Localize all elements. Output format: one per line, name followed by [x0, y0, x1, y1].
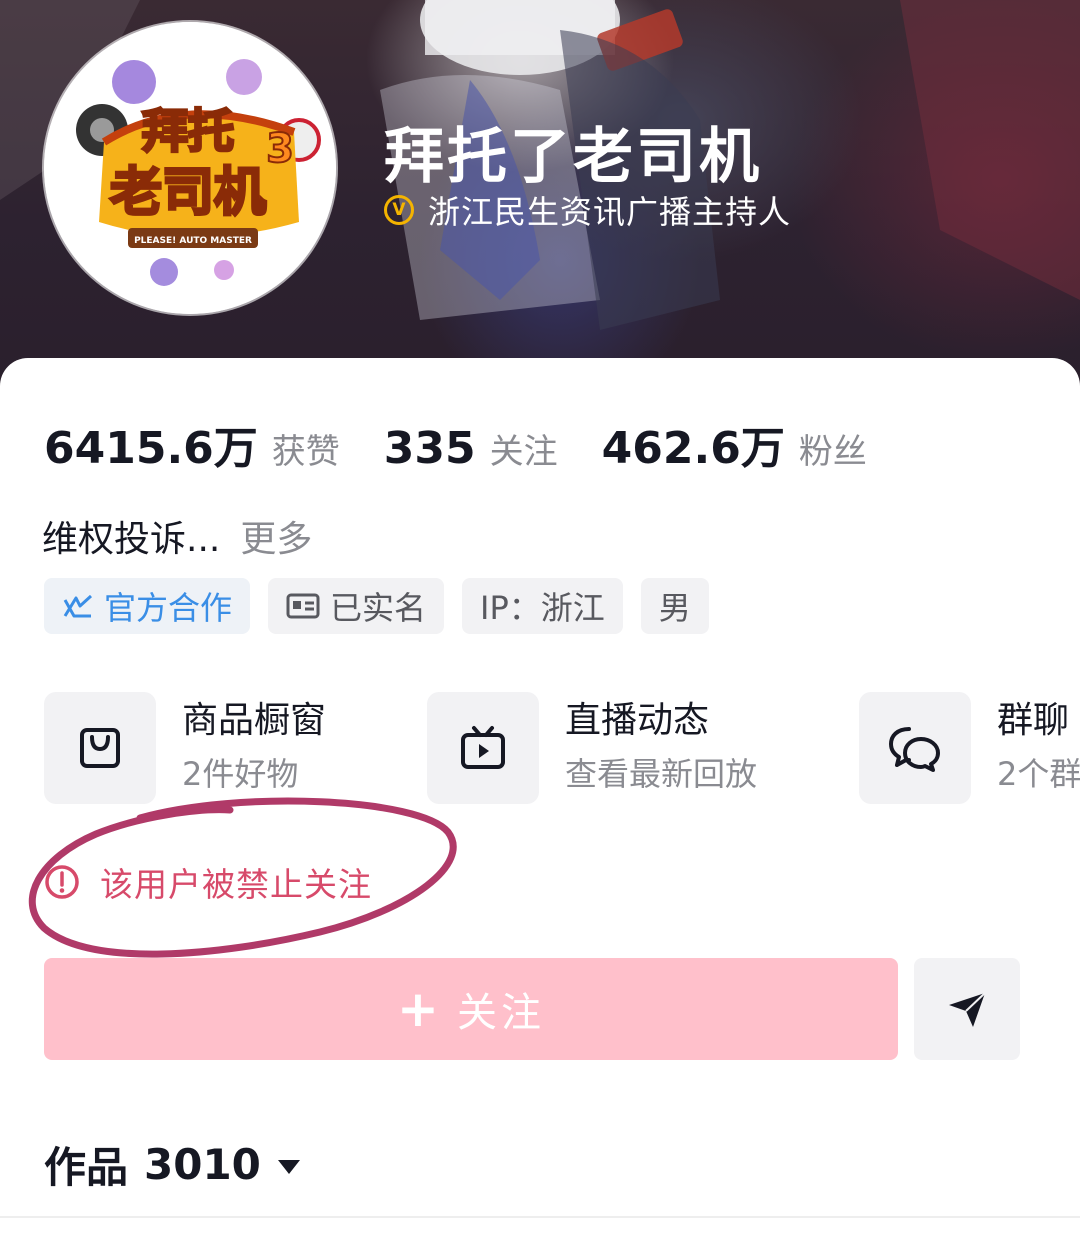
feature-title: 群聊	[997, 700, 1070, 741]
tv-play-icon	[427, 692, 539, 804]
plus-icon: +	[397, 980, 439, 1038]
send-icon	[949, 992, 986, 1027]
follow-banned-notice: 该用户被禁止关注	[44, 858, 372, 906]
followers-count[interactable]: 462.6万	[602, 412, 785, 476]
feature-subtitle: 2个群	[997, 755, 1080, 793]
tag-official-cooperation[interactable]: 官方合作	[44, 578, 251, 634]
v-badge-icon: V	[384, 195, 414, 225]
works-label: 作品	[44, 1143, 129, 1192]
profile-tags: 官方合作 已实名 IP：浙江 男	[44, 578, 709, 634]
logo-line-1: 拜托	[142, 104, 234, 158]
feature-live-updates[interactable]: 直播动态 查看最新回放	[427, 692, 757, 804]
logo-tagline: PLEASE! AUTO MASTER	[134, 236, 252, 246]
follow-button[interactable]: + 关注	[44, 958, 898, 1060]
tag-label: 已实名	[330, 589, 427, 627]
section-divider	[0, 1216, 1080, 1218]
exclamation-circle-icon	[45, 865, 79, 899]
logo-number: 3	[266, 126, 294, 172]
likes-label: 获赞	[271, 432, 340, 472]
feature-title: 商品橱窗	[182, 700, 327, 741]
works-count: 3010	[144, 1140, 261, 1189]
feature-entries: 商品橱窗 2件好物 直播动态 查看最新回放 群聊 2个群	[44, 692, 1080, 804]
show-logo-image: 拜托 3 老司机 PLEASE! AUTO MASTER	[44, 22, 336, 314]
feature-subtitle: 查看最新回放	[565, 755, 758, 793]
bio-text: 维权投诉...	[42, 519, 221, 560]
feature-shop-window[interactable]: 商品橱窗 2件好物	[44, 692, 326, 804]
logo-line-2: 老司机	[110, 163, 266, 223]
chat-bubbles-icon	[859, 692, 971, 804]
follow-button-label: 关注	[456, 990, 545, 1036]
following-label[interactable]: 关注	[490, 424, 558, 473]
tag-label: IP：浙江	[480, 589, 605, 627]
profile-name: 拜托了老司机	[384, 122, 762, 192]
follow-banned-text: 该用户被禁止关注	[100, 865, 372, 904]
verification-row: V 浙江民生资讯广播主持人	[384, 190, 792, 231]
tag-real-name[interactable]: 已实名	[268, 578, 445, 634]
bio: 维权投诉... 更多	[42, 510, 312, 562]
feature-subtitle: 2件好物	[182, 755, 299, 793]
following-count[interactable]: 335	[384, 423, 476, 474]
tag-gender: 男	[640, 578, 709, 634]
tag-label: 官方合作	[104, 589, 233, 627]
caret-down-icon	[277, 1159, 300, 1174]
stats-row: 6415.6万 获赞 335 关注 462.6万 粉丝	[44, 412, 911, 474]
id-card-icon	[286, 592, 320, 620]
works-tab[interactable]: 作品 3010	[44, 1134, 303, 1195]
tag-label: 男	[658, 589, 691, 627]
profile-avatar[interactable]: 拜托 3 老司机 PLEASE! AUTO MASTER	[44, 22, 336, 314]
feature-group-chat[interactable]: 群聊 2个群	[859, 692, 1080, 804]
share-button[interactable]	[914, 958, 1020, 1060]
official-cooperation-icon	[62, 592, 94, 620]
feature-title: 直播动态	[565, 700, 710, 741]
followers-label[interactable]: 粉丝	[799, 424, 867, 473]
shopping-bag-icon	[44, 692, 156, 804]
tag-ip-location: IP：浙江	[462, 578, 623, 634]
verification-text: 浙江民生资讯广播主持人	[428, 193, 792, 231]
bio-more-link[interactable]: 更多	[240, 519, 312, 560]
likes-count: 6415.6万	[44, 423, 258, 474]
